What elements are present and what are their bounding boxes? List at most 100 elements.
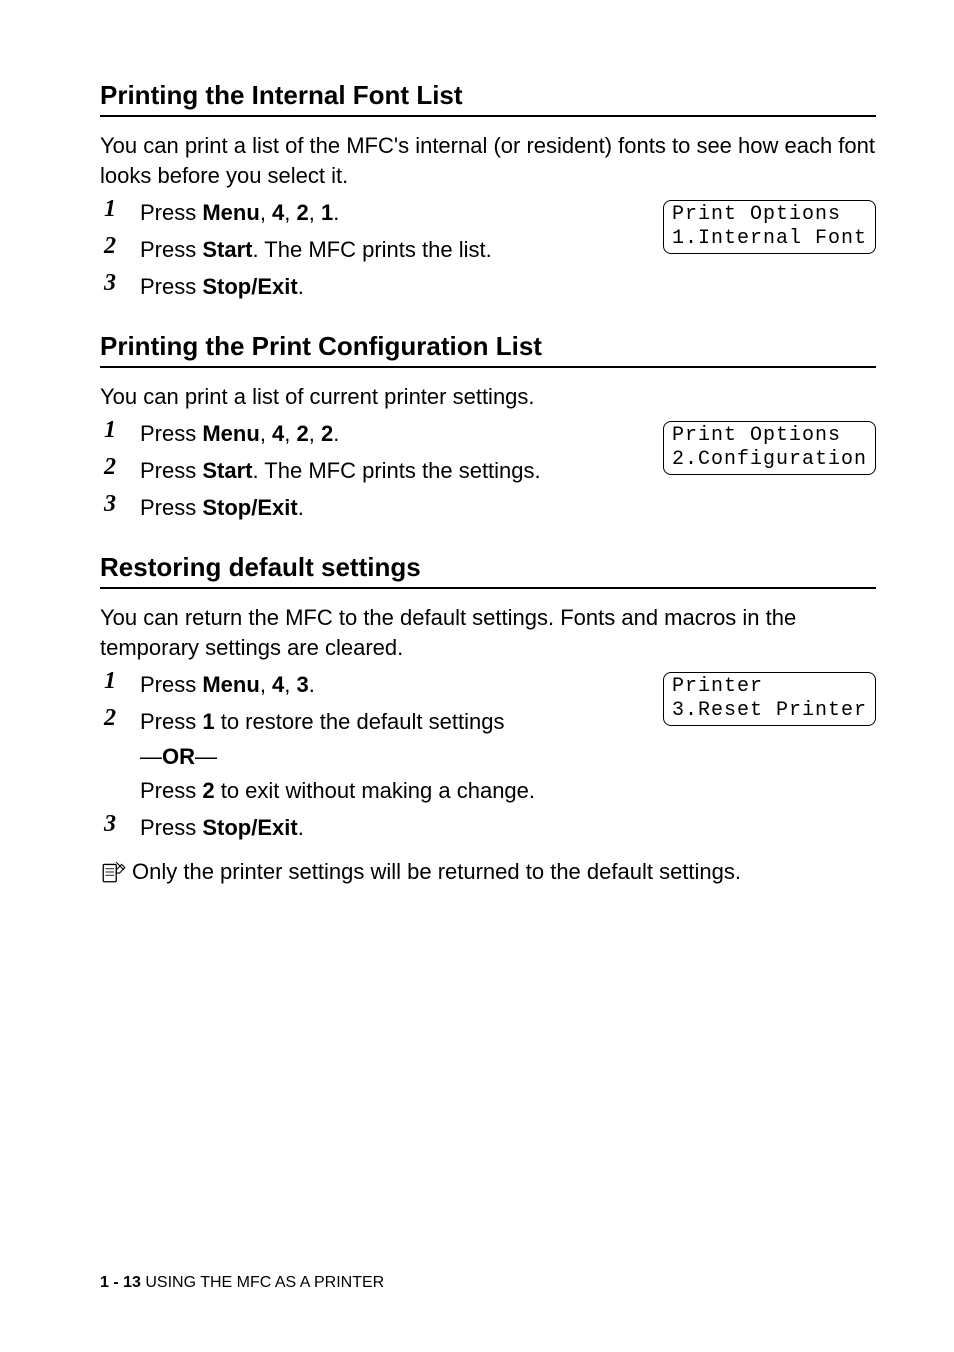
step2-text: Press Start. The MFC prints the settings… [140,454,541,487]
lcd-display-3: Printer 3.Reset Printer [663,672,876,726]
step-number: 1 [100,196,140,223]
section3-steps-cont: 3 Press Stop/Exit. [100,811,876,844]
key-stop-exit: Stop/Exit [202,815,297,840]
section3-alt-step: Press 2 to exit without making a change. [140,776,840,807]
section-internal-font-list: Printing the Internal Font List You can … [100,80,876,303]
key-menu: Menu [202,421,259,446]
section3-heading: Restoring default settings [100,552,876,589]
lcd-line2: 2.Configuration [672,448,867,471]
text-part: Press [140,672,202,697]
step-number: 3 [100,270,140,297]
step1-text: Press Menu, 4, 3. [140,668,315,701]
section3-step3: 3 Press Stop/Exit. [100,811,876,844]
step-number: 3 [100,491,140,518]
lcd-display-1: Print Options 1.Internal Font [663,200,876,254]
section-print-config-list: Printing the Print Configuration List Yo… [100,331,876,524]
lcd-display-2: Print Options 2.Configuration [663,421,876,475]
lcd-line1: Print Options [672,203,841,226]
lcd-line2: 3.Reset Printer [672,699,867,722]
text-part: , [260,200,272,225]
text-part: Press [140,458,202,483]
text-part: , [309,421,321,446]
key-4: 4 [272,421,284,446]
section2-step3: 3 Press Stop/Exit. [100,491,876,524]
key-start: Start [202,237,252,262]
text-part: , [260,672,272,697]
section1-step3: 3 Press Stop/Exit. [100,270,876,303]
key-menu: Menu [202,672,259,697]
text-part: — [195,744,217,769]
key-1: 1 [202,709,214,734]
text-part: Press [140,815,202,840]
text-part: , [284,421,296,446]
text-part: . The MFC prints the settings. [252,458,540,483]
step1-text: Press Menu, 4, 2, 1. [140,196,339,229]
or-separator: —OR— [140,744,876,770]
key-menu: Menu [202,200,259,225]
section2-heading: Printing the Print Configuration List [100,331,876,368]
text-part: . The MFC prints the list. [252,237,491,262]
text-part: . [298,274,304,299]
note-row: Only the printer settings will be return… [100,857,876,887]
section2-intro: You can print a list of current printer … [100,382,876,412]
text-part: to restore the default settings [215,709,505,734]
key-start: Start [202,458,252,483]
text-part: . [333,421,339,446]
key-2: 2 [297,200,309,225]
section3-steps-block: 1 Press Menu, 4, 3. 2 Press 1 to restore… [100,668,876,843]
step-number: 1 [100,668,140,695]
text-part: . [298,495,304,520]
text-part: Press [140,274,202,299]
chapter-title: USING THE MFC AS A PRINTER [145,1274,384,1291]
section3-intro: You can return the MFC to the default se… [100,603,876,662]
text-part: — [140,744,162,769]
text-part: , [284,672,296,697]
key-stop-exit: Stop/Exit [202,495,297,520]
key-2: 2 [202,778,214,803]
step3-text: Press Stop/Exit. [140,491,304,524]
text-part: to exit without making a change. [215,778,535,803]
text-part: Press [140,421,202,446]
text-part: , [309,200,321,225]
section1-steps-block: 1 Press Menu, 4, 2, 1. 2 Press Start. Th… [100,196,876,302]
text-part: . [333,200,339,225]
text-part: Press [140,237,202,262]
section1-heading: Printing the Internal Font List [100,80,876,117]
text-part: , [284,200,296,225]
text-part: Press [140,709,202,734]
or-text: OR [162,744,195,769]
step2-text: Press 1 to restore the default settings [140,705,504,738]
step-number: 3 [100,811,140,838]
page-number: 1 - 13 [100,1274,141,1291]
section1-intro: You can print a list of the MFC's intern… [100,131,876,190]
page-footer: 1 - 13 USING THE MFC AS A PRINTER [100,1274,384,1292]
note-icon [100,859,126,885]
key-3: 3 [297,672,309,697]
key-stop-exit: Stop/Exit [202,274,297,299]
text-part: Press [140,778,202,803]
lcd-line2: 1.Internal Font [672,227,867,250]
text-part: . [309,672,315,697]
key-4: 4 [272,200,284,225]
text-part: , [260,421,272,446]
step3-text: Press Stop/Exit. [140,811,304,844]
key-2: 2 [297,421,309,446]
step3-text: Press Stop/Exit. [140,270,304,303]
step2-text: Press Start. The MFC prints the list. [140,233,492,266]
text-part: . [298,815,304,840]
text-part: Press [140,200,202,225]
note-text: Only the printer settings will be return… [132,857,741,887]
section2-steps-block: 1 Press Menu, 4, 2, 2. 2 Press Start. Th… [100,417,876,523]
step-number: 2 [100,705,140,732]
lcd-line1: Print Options [672,424,841,447]
step-number: 2 [100,233,140,260]
key-4: 4 [272,672,284,697]
key-1: 1 [321,200,333,225]
step1-text: Press Menu, 4, 2, 2. [140,417,339,450]
step-number: 2 [100,454,140,481]
key-2b: 2 [321,421,333,446]
text-part: Press [140,495,202,520]
lcd-line1: Printer [672,675,763,698]
section-restore-defaults: Restoring default settings You can retur… [100,552,876,887]
step-number: 1 [100,417,140,444]
